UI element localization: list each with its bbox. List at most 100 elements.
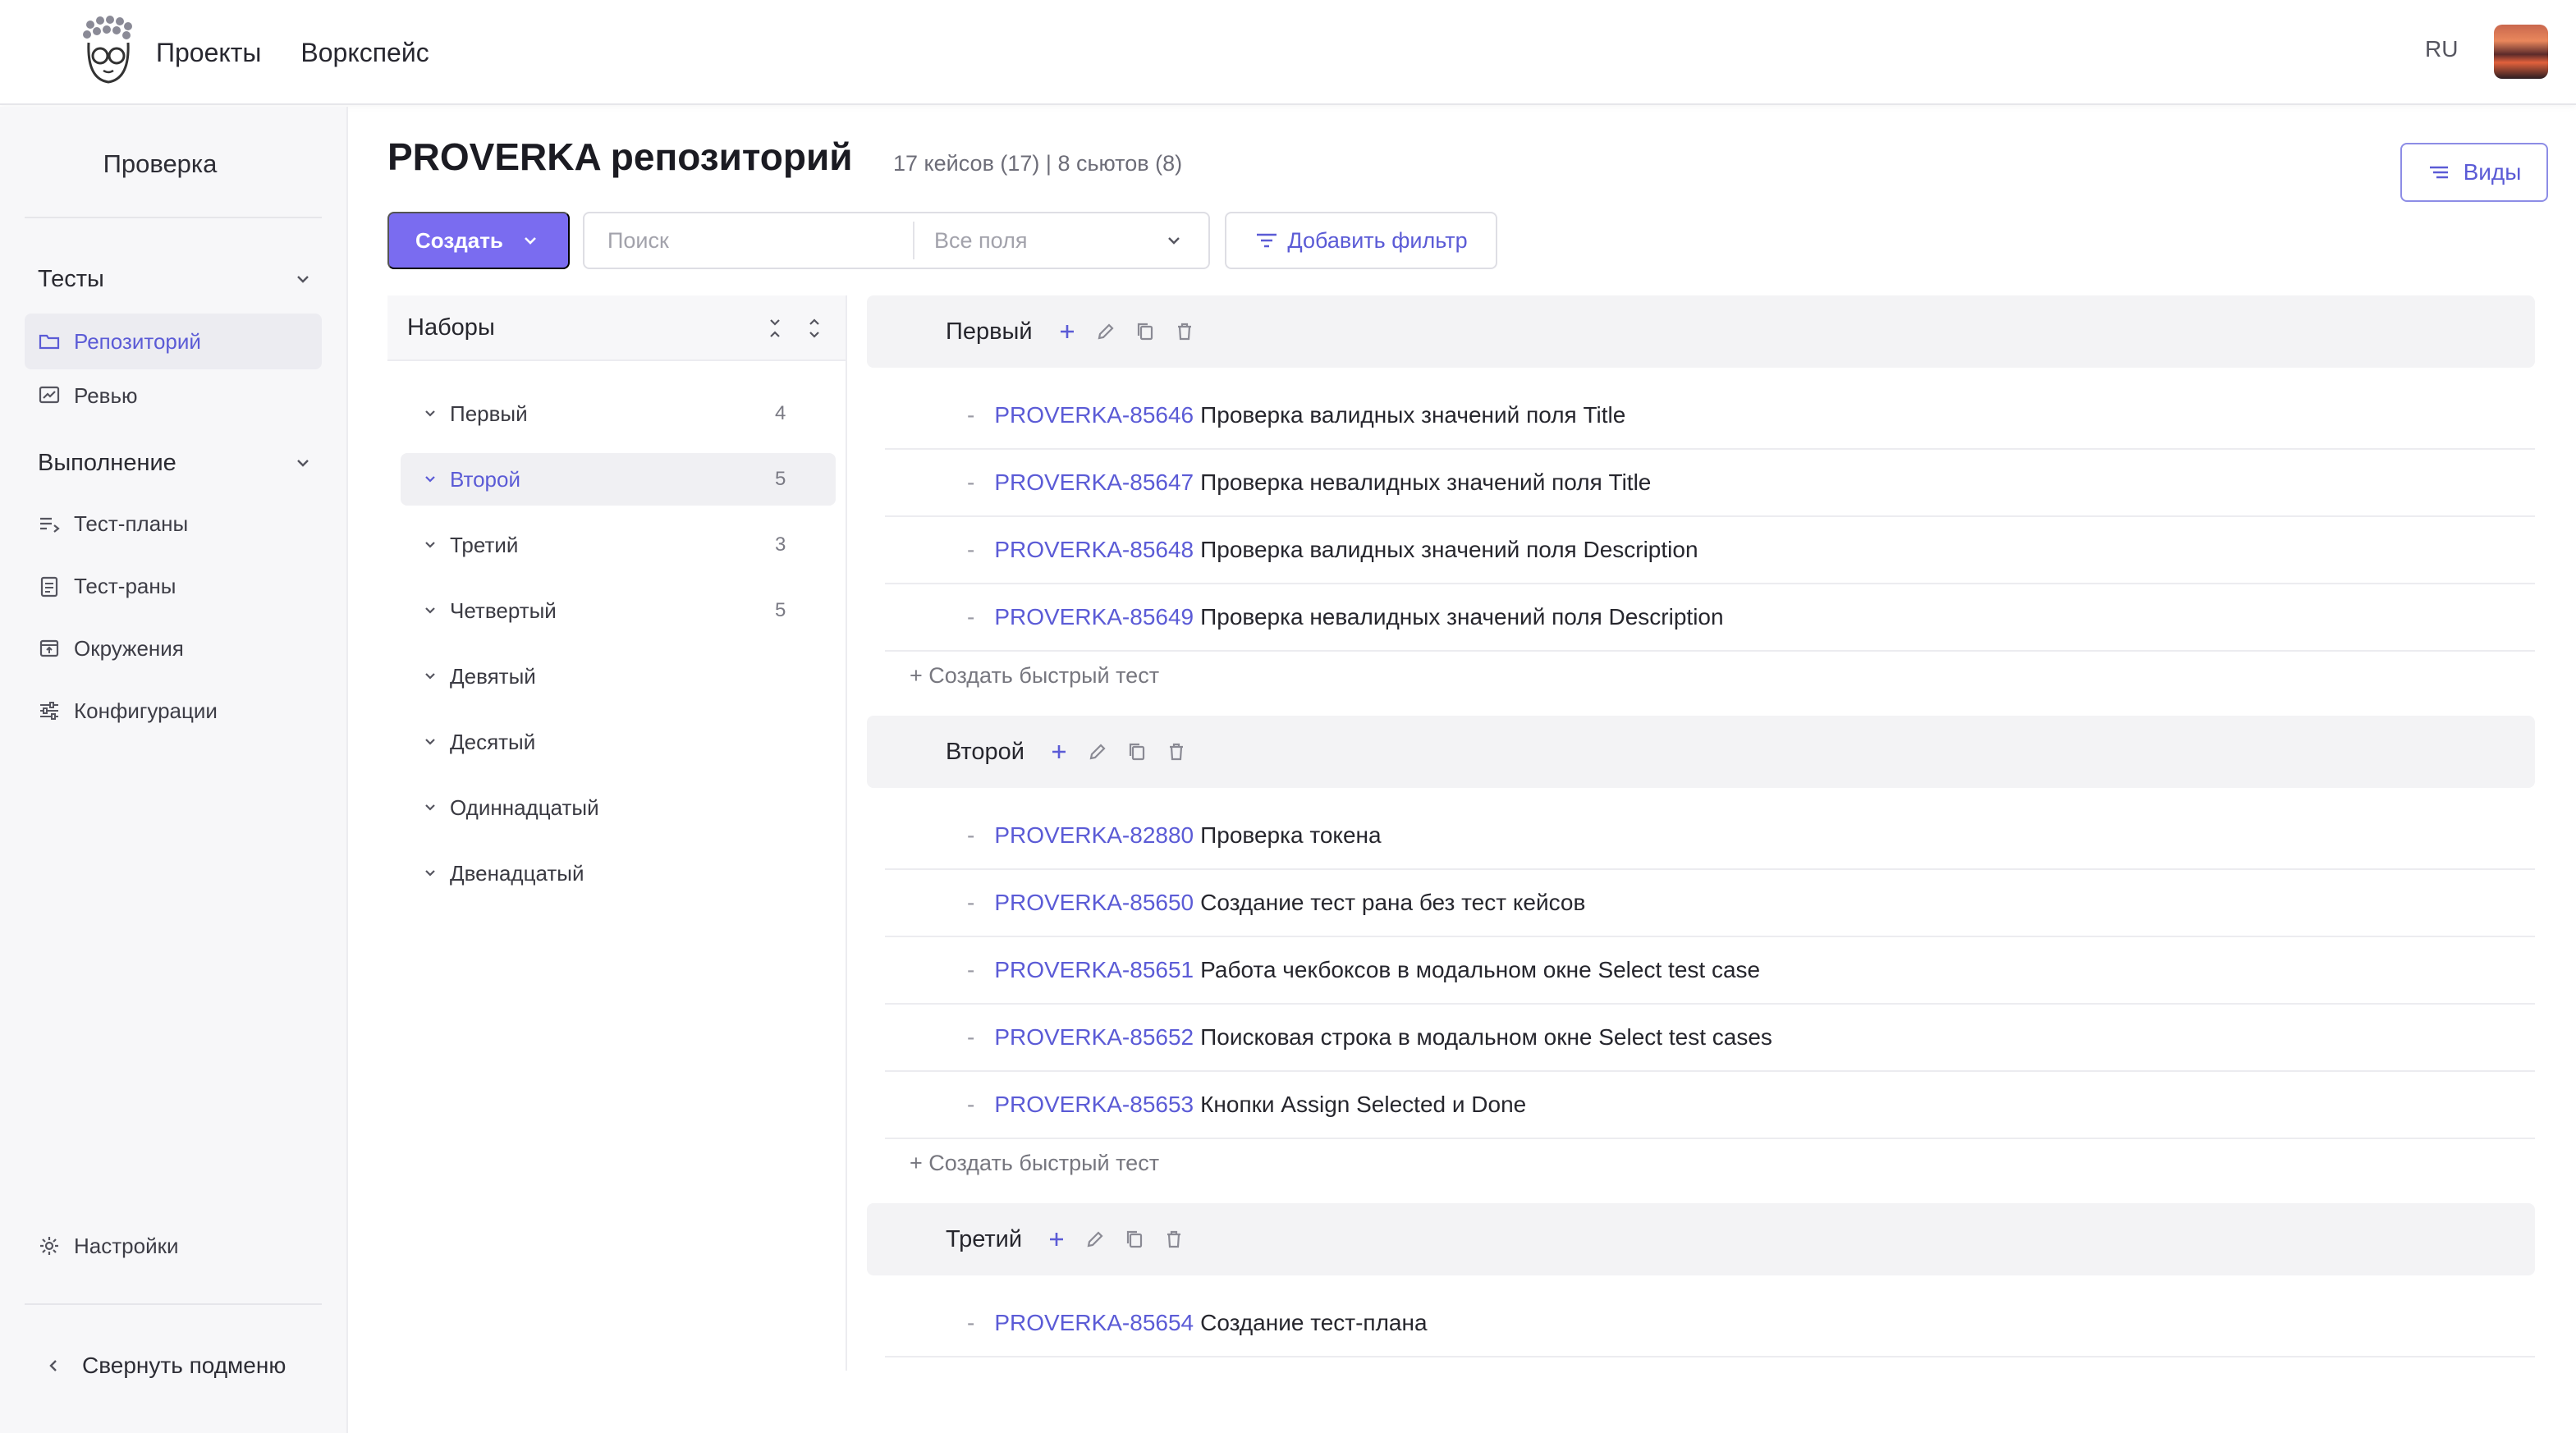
suite-item-third[interactable]: Третий 3 (401, 519, 836, 571)
test-case-row[interactable]: - PROVERKA-85646 Проверка валидных значе… (885, 382, 2535, 450)
sidebar-item-environments[interactable]: Окружения (25, 620, 322, 676)
suite-item-tenth[interactable]: Десятый (401, 716, 836, 768)
test-case-row[interactable]: - PROVERKA-85649 Проверка невалидных зна… (885, 584, 2535, 652)
language-switcher[interactable]: RU (2425, 36, 2458, 62)
row-dash: - (967, 537, 975, 562)
test-case-id[interactable]: PROVERKA-82880 (994, 822, 1194, 849)
plus-icon[interactable] (1049, 742, 1069, 762)
copy-icon[interactable] (1126, 741, 1148, 762)
test-case-title[interactable]: Создание тест рана без тест кейсов (1200, 890, 1585, 916)
trash-icon[interactable] (1163, 1229, 1185, 1250)
sidebar-item-label: Ревью (74, 382, 138, 408)
plus-icon[interactable] (1047, 1229, 1066, 1249)
suite-item-first[interactable]: Первый 4 (401, 387, 836, 440)
nav-projects[interactable]: Проекты (156, 38, 261, 68)
sidebar-group-execution[interactable]: Выполнение (38, 446, 312, 479)
views-button[interactable]: Виды (2400, 143, 2548, 202)
search-input[interactable] (584, 213, 913, 268)
test-case-row[interactable]: - PROVERKA-85653 Кнопки Assign Selected … (885, 1072, 2535, 1139)
chevron-down-icon[interactable] (422, 471, 438, 488)
suite-item-eleventh[interactable]: Одиннадцатый (401, 781, 836, 834)
test-case-row[interactable]: - PROVERKA-85647 Проверка невалидных зна… (885, 450, 2535, 517)
search-field-select[interactable]: Все поля (914, 213, 1208, 268)
test-case-row[interactable]: - PROVERKA-85654 Создание тест-плана (885, 1290, 2535, 1357)
test-case-title[interactable]: Проверка невалидных значений поля Title (1200, 469, 1651, 496)
collapse-all-icon[interactable] (767, 315, 783, 341)
expand-all-icon[interactable] (806, 315, 823, 341)
row-dash: - (967, 1310, 975, 1335)
chevron-down-icon[interactable] (422, 405, 438, 422)
test-case-row[interactable]: - PROVERKA-85650 Создание тест рана без … (885, 870, 2535, 937)
sidebar-item-review[interactable]: Ревью (25, 368, 322, 423)
row-dash: - (967, 1092, 975, 1117)
folder-icon (39, 334, 60, 350)
quick-create-test-button[interactable]: + Создать быстрый тест (910, 1151, 1159, 1176)
test-case-title[interactable]: Работа чекбоксов в модальном окне Select… (1200, 957, 1760, 983)
copy-icon[interactable] (1124, 1229, 1145, 1250)
test-case-title[interactable]: Проверка валидных значений поля Title (1200, 402, 1625, 428)
test-case-row[interactable]: - PROVERKA-85651 Работа чекбоксов в мода… (885, 937, 2535, 1005)
chevron-down-icon[interactable] (422, 734, 438, 750)
test-case-id[interactable]: PROVERKA-85649 (994, 604, 1194, 630)
suite-item-twelfth[interactable]: Двенадцатый (401, 847, 836, 900)
collapse-submenu-button[interactable]: Свернуть подменю (46, 1353, 286, 1379)
edit-icon[interactable] (1084, 1229, 1106, 1250)
test-case-id[interactable]: PROVERKA-85650 (994, 890, 1194, 916)
suite-count: 5 (775, 599, 786, 621)
collapse-submenu-label: Свернуть подменю (82, 1353, 286, 1378)
sidebar-group-tests[interactable]: Тесты (38, 263, 312, 295)
chevron-down-icon[interactable] (422, 602, 438, 619)
chevron-down-icon (1168, 237, 1180, 245)
test-case-id[interactable]: PROVERKA-85652 (994, 1024, 1194, 1051)
sidebar-item-settings[interactable]: Настройки (25, 1218, 322, 1274)
test-case-id[interactable]: PROVERKA-85647 (994, 469, 1194, 496)
suite-group-name: Третий (946, 1225, 1023, 1252)
suite-item-ninth[interactable]: Девятый (401, 650, 836, 703)
test-case-title[interactable]: Поисковая строка в модальном окне Select… (1200, 1024, 1772, 1051)
sidebar-item-configurations[interactable]: Конфигурации (25, 683, 322, 739)
quick-create-test-button[interactable]: + Создать быстрый тест (910, 663, 1159, 689)
suites-panel: Наборы Первый 4 Второй 5 Третий 3 Четвер… (387, 295, 847, 1371)
sidebar: Проверка Тесты Репозиторий Ревью Выполне… (0, 107, 348, 1433)
test-case-id[interactable]: PROVERKA-85651 (994, 957, 1194, 983)
test-case-id[interactable]: PROVERKA-85654 (994, 1310, 1194, 1336)
test-case-title[interactable]: Проверка токена (1200, 822, 1381, 849)
sidebar-item-test-plans[interactable]: Тест-планы (25, 496, 322, 552)
edit-icon[interactable] (1087, 741, 1108, 762)
copy-icon[interactable] (1134, 321, 1156, 342)
sidebar-item-test-runs[interactable]: Тест-раны (25, 558, 322, 614)
test-case-row[interactable]: - PROVERKA-82880 Проверка токена (885, 803, 2535, 870)
chevron-down-icon[interactable] (422, 799, 438, 816)
add-filter-button[interactable]: Добавить фильтр (1225, 212, 1497, 269)
test-case-title[interactable]: Проверка невалидных значений поля Descri… (1200, 604, 1723, 630)
test-case-id[interactable]: PROVERKA-85653 (994, 1092, 1194, 1118)
chevron-down-icon[interactable] (422, 865, 438, 881)
test-case-id[interactable]: PROVERKA-85648 (994, 537, 1194, 563)
user-avatar[interactable] (2494, 25, 2548, 79)
test-case-id[interactable]: PROVERKA-85646 (994, 402, 1194, 428)
chevron-down-icon[interactable] (422, 537, 438, 553)
test-case-row[interactable]: - PROVERKA-85648 Проверка валидных значе… (885, 517, 2535, 584)
trash-icon[interactable] (1174, 321, 1195, 342)
edit-icon[interactable] (1095, 321, 1116, 342)
suite-item-second[interactable]: Второй 5 (401, 453, 836, 506)
sidebar-item-label: Репозиторий (74, 328, 201, 354)
create-button[interactable]: Создать (387, 212, 570, 269)
test-case-row[interactable]: - PROVERKA-85652 Поисковая строка в мода… (885, 1005, 2535, 1072)
test-case-title[interactable]: Проверка валидных значений поля Descript… (1200, 537, 1698, 563)
sidebar-item-repository[interactable]: Репозиторий (25, 314, 322, 369)
suite-name: Второй (450, 466, 520, 492)
row-dash: - (967, 957, 975, 982)
chevron-down-icon[interactable] (422, 668, 438, 684)
suite-item-fourth[interactable]: Четвертый 5 (401, 584, 836, 637)
nav-workspace[interactable]: Воркспейс (300, 38, 429, 68)
review-icon (39, 386, 60, 404)
gear-icon (40, 1237, 58, 1255)
trash-icon[interactable] (1166, 741, 1187, 762)
test-case-title[interactable]: Кнопки Assign Selected и Done (1200, 1092, 1526, 1118)
test-case-title[interactable]: Создание тест-плана (1200, 1310, 1427, 1336)
logo-icon[interactable] (79, 13, 138, 87)
suite-name: Девятый (450, 663, 536, 689)
plus-icon[interactable] (1057, 322, 1077, 341)
row-dash: - (967, 604, 975, 630)
